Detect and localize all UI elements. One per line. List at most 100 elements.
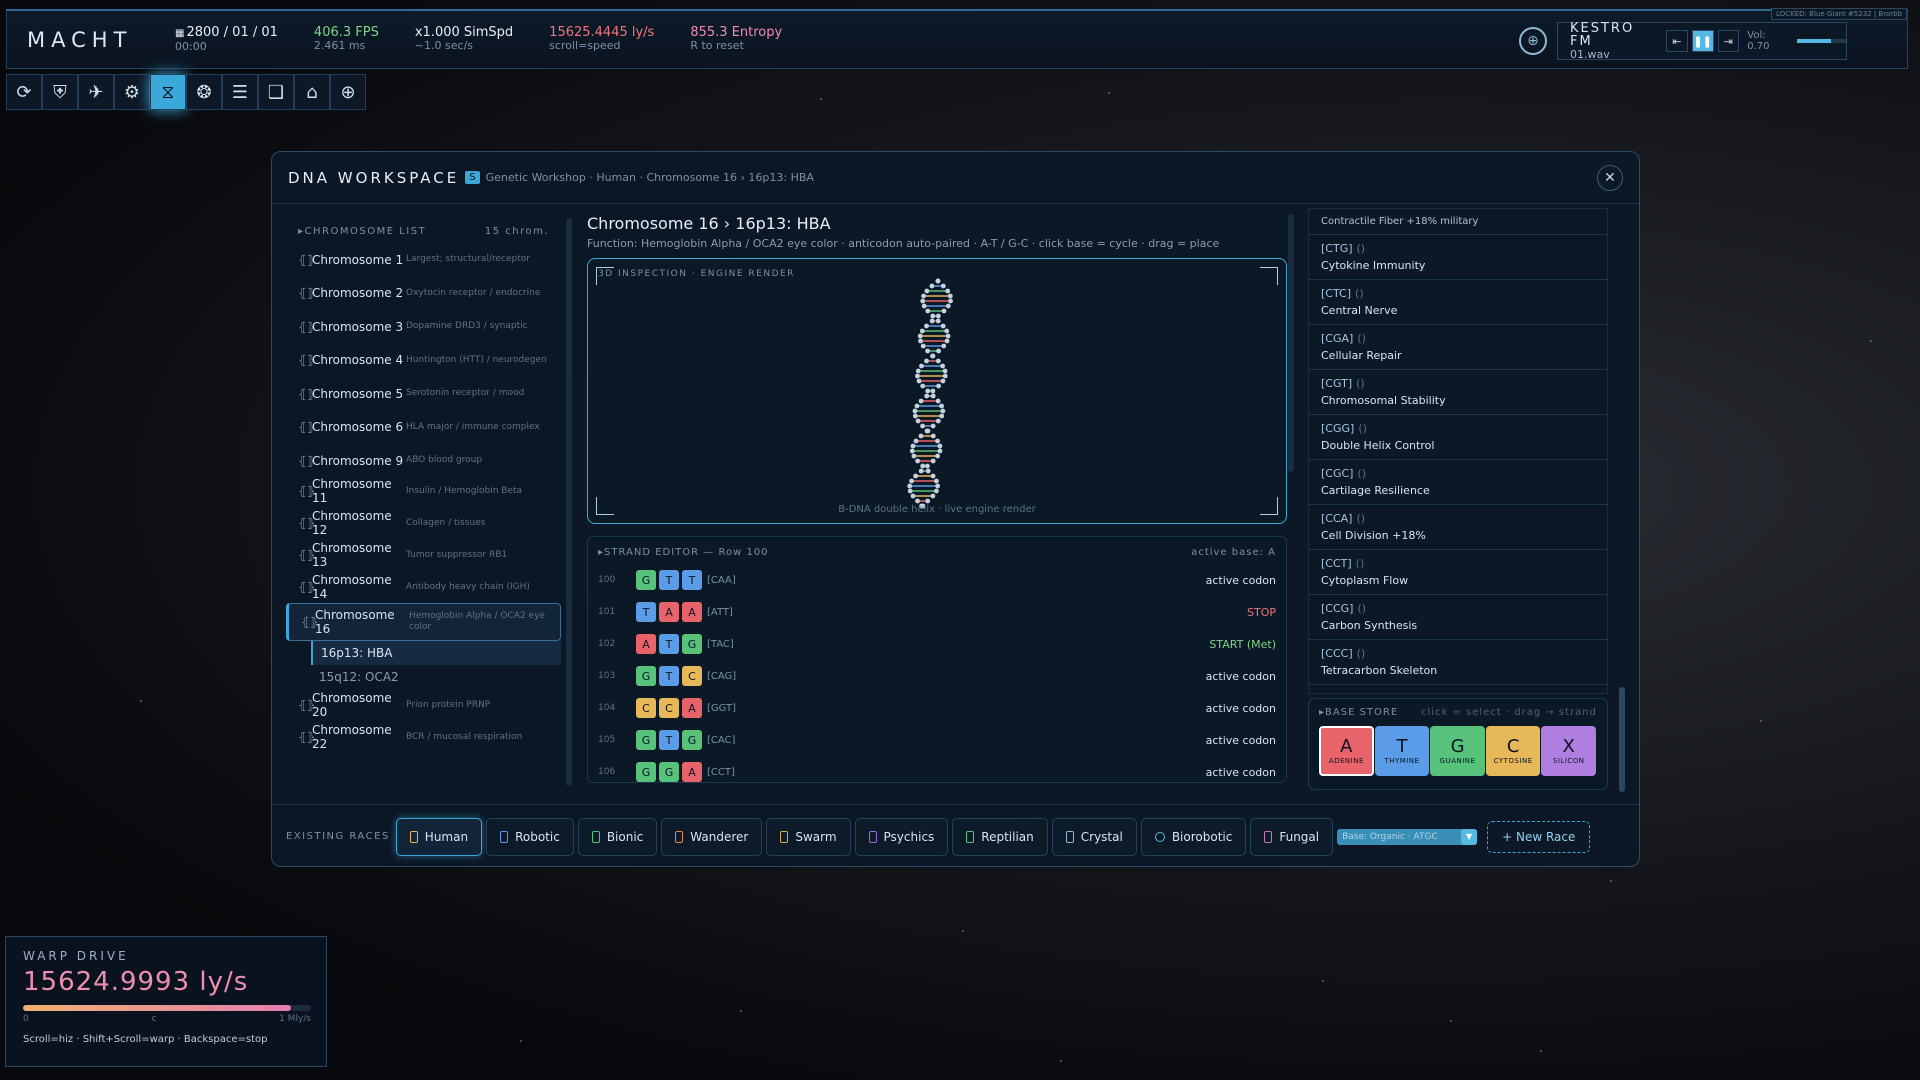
warp-progress-bar [23, 1005, 311, 1011]
race-button-human[interactable]: Human [395, 817, 483, 856]
race-button-wanderer[interactable]: Wanderer [661, 817, 763, 856]
base-type-select[interactable]: Base: Organic · ATGC ▼ [1337, 828, 1478, 845]
base-cell[interactable]: G [659, 762, 679, 782]
codon-row[interactable]: 102 A T G [TAC] START (Met) [588, 628, 1286, 660]
tool-button-refresh[interactable]: ⟳ [6, 74, 42, 110]
race-button-swarm[interactable]: Swarm [766, 817, 851, 856]
base-tile-thymine[interactable]: T THYMINE [1374, 726, 1430, 776]
base-cell[interactable]: A [636, 634, 656, 654]
chromosome-locus-item[interactable]: 16p13: HBA [311, 641, 561, 665]
chromosome-item[interactable]: ⦃⦄ Chromosome 20 Prion protein PRNP [286, 689, 561, 721]
tool-button-scroll[interactable]: ☰ [222, 74, 258, 110]
base-cell[interactable]: G [636, 570, 656, 590]
codon-effect-item[interactable]: [CTC]() Central Nerve [1309, 280, 1607, 325]
base-cell[interactable]: G [636, 666, 656, 686]
chromosome-item[interactable]: ⦃⦄ Chromosome 13 Tumor suppressor RB1 [286, 539, 561, 571]
base-cell[interactable]: A [682, 602, 702, 622]
tool-button-book[interactable]: ❑ [258, 74, 294, 110]
codon-effect-item[interactable]: [CCG]() Carbon Synthesis [1309, 595, 1607, 640]
chromosome-item[interactable]: ⦃⦄ Chromosome 6 HLA major / immune complex [286, 408, 561, 446]
codon-effect-item[interactable]: [CGA]() Cellular Repair [1309, 325, 1607, 370]
base-cell[interactable]: A [659, 602, 679, 622]
race-button-fungal[interactable]: Fungal [1250, 817, 1334, 856]
codon-row[interactable]: 100 G T T [CAA] active codon [588, 564, 1286, 596]
codon-row[interactable]: 103 G T C [CAG] active codon [588, 660, 1286, 692]
base-cell[interactable]: T [659, 730, 679, 750]
base-cell[interactable]: G [636, 730, 656, 750]
base-tile-silicon[interactable]: X SILICON [1541, 726, 1596, 776]
3d-inspection-viewport[interactable]: 3D INSPECTION · ENGINE RENDER B-DNA doub… [587, 258, 1287, 524]
pause-button[interactable]: ❚❚ [1691, 30, 1714, 52]
helix-backbone-node [937, 448, 943, 454]
chromosome-item[interactable]: ⦃⦄ Chromosome 4 Huntington (HTT) / neurode… [286, 341, 561, 379]
helix-backbone-node [935, 483, 941, 489]
base-cell[interactable]: T [682, 570, 702, 590]
base-cell[interactable]: A [682, 762, 702, 782]
chromosome-item[interactable]: ⦃⦄ Chromosome 12 Collagen / tissues [286, 507, 561, 539]
base-cell[interactable]: T [659, 666, 679, 686]
codon-row[interactable]: 104 C C A [GGT] active codon [588, 692, 1286, 724]
codon-effect-item[interactable]: [CGT]() Chromosomal Stability [1309, 370, 1607, 415]
chromosome-locus-item[interactable]: 15q12: OCA2 [311, 665, 561, 689]
race-button-psychics[interactable]: Psychics [854, 817, 949, 856]
base-cell[interactable]: T [636, 602, 656, 622]
base-cell[interactable]: G [682, 730, 702, 750]
base-cell[interactable]: C [682, 666, 702, 686]
base-cell[interactable]: A [682, 698, 702, 718]
base-tile-cytosine[interactable]: C CYTOSINE [1485, 726, 1541, 776]
center-scrollbar[interactable] [1288, 214, 1294, 472]
race-button-reptilian[interactable]: Reptilian [952, 817, 1048, 856]
chromosome-item[interactable]: ⦃⦄ Chromosome 11 Insulin / Hemoglobin Beta [286, 475, 561, 507]
base-cell[interactable]: G [636, 762, 656, 782]
codon-effect-item[interactable]: [CGC]() Cartilage Resilience [1309, 460, 1607, 505]
race-button-robotic[interactable]: Robotic [486, 817, 574, 856]
codon-scrollbar[interactable] [1619, 687, 1625, 792]
codon-effect-item[interactable]: [CTG]() Cytokine Immunity [1309, 235, 1607, 280]
codon-row[interactable]: 106 G G A [CCT] active codon [588, 756, 1286, 782]
prev-track-button[interactable]: ⇤ [1665, 30, 1688, 52]
chromosome-item[interactable]: ⦃⦄ Chromosome 2 Oxytocin receptor / endocr… [286, 274, 561, 312]
base-tile-guanine[interactable]: G GUANINE [1430, 726, 1485, 776]
codon-row[interactable]: 105 G T G [CAC] active codon [588, 724, 1286, 756]
close-icon: ✕ [1604, 170, 1616, 186]
codon-row[interactable]: 101 T A A [ATT] STOP [588, 596, 1286, 628]
helix-backbone-node [935, 438, 940, 444]
base-cell[interactable]: T [659, 634, 679, 654]
codon-effect-item[interactable]: [CCC]() Tetracarbon Skeleton [1309, 640, 1607, 685]
close-button[interactable]: ✕ [1597, 165, 1623, 191]
chromosome-item[interactable]: ⦃⦄ Chromosome 3 Dopamine DRD3 / synaptic [286, 312, 561, 341]
codon-effect-item[interactable]: [CCT]() Cytoplasm Flow [1309, 550, 1607, 595]
tool-button-shield[interactable]: ⛨ [42, 74, 78, 110]
chromosome-item[interactable]: ⦃⦄ Chromosome 1 Largest; structural/recept… [286, 245, 561, 274]
race-button-biorobotic[interactable]: Biorobotic [1140, 817, 1247, 856]
tool-button-ship[interactable]: ✈ [78, 74, 114, 110]
chromosome-item[interactable]: ⦃⦄ Chromosome 9 ABO blood group [286, 446, 561, 475]
race-button-crystal[interactable]: Crystal [1051, 817, 1137, 856]
chromosome-item[interactable]: ⦃⦄ Chromosome 5 Serotonin receptor / mood [286, 379, 561, 408]
tool-button-crosshair[interactable]: ⊕ [330, 74, 366, 110]
radio-info: KESTRO FM 01.wav [1558, 22, 1662, 61]
chromosome-item[interactable]: ⦃⦄ Chromosome 14 Antibody heavy chain (IGH… [286, 571, 561, 603]
codon-effect-item[interactable]: [CGG]() Double Helix Control [1309, 415, 1607, 460]
tool-button-bank[interactable]: ⌂ [294, 74, 330, 110]
base-cell[interactable]: C [659, 698, 679, 718]
codon-effect-item[interactable]: [CCA]() Cell Division +18% [1309, 505, 1607, 550]
race-name: Reptilian [981, 829, 1034, 844]
chromosome-item[interactable]: ⦃⦄ Chromosome 16 Hemoglobin Alpha / OCA2 e… [286, 603, 561, 641]
tool-button-brain[interactable]: ❂ [186, 74, 222, 110]
chromosome-scrollbar[interactable] [566, 218, 572, 786]
base-cell[interactable]: G [682, 634, 702, 654]
base-tile-adenine[interactable]: A ADENINE [1319, 726, 1374, 776]
tool-button-gear[interactable]: ⚙ [114, 74, 150, 110]
new-race-button[interactable]: + New Race [1487, 820, 1591, 853]
next-track-button[interactable]: ⇥ [1717, 30, 1740, 52]
tool-button-dna[interactable]: ⧖ [150, 74, 186, 110]
volume-slider[interactable] [1796, 39, 1846, 43]
base-cell[interactable]: T [659, 570, 679, 590]
globe-icon[interactable]: ⊕ [1519, 27, 1547, 55]
chromosome-item[interactable]: ⦃⦄ Chromosome 22 BCR / mucosal respiration [286, 721, 561, 753]
race-button-bionic[interactable]: Bionic [577, 817, 658, 856]
base-store-hint: click = select · drag → strand [1420, 707, 1597, 718]
base-cell[interactable]: C [636, 698, 656, 718]
race-name: Wanderer [690, 829, 749, 844]
